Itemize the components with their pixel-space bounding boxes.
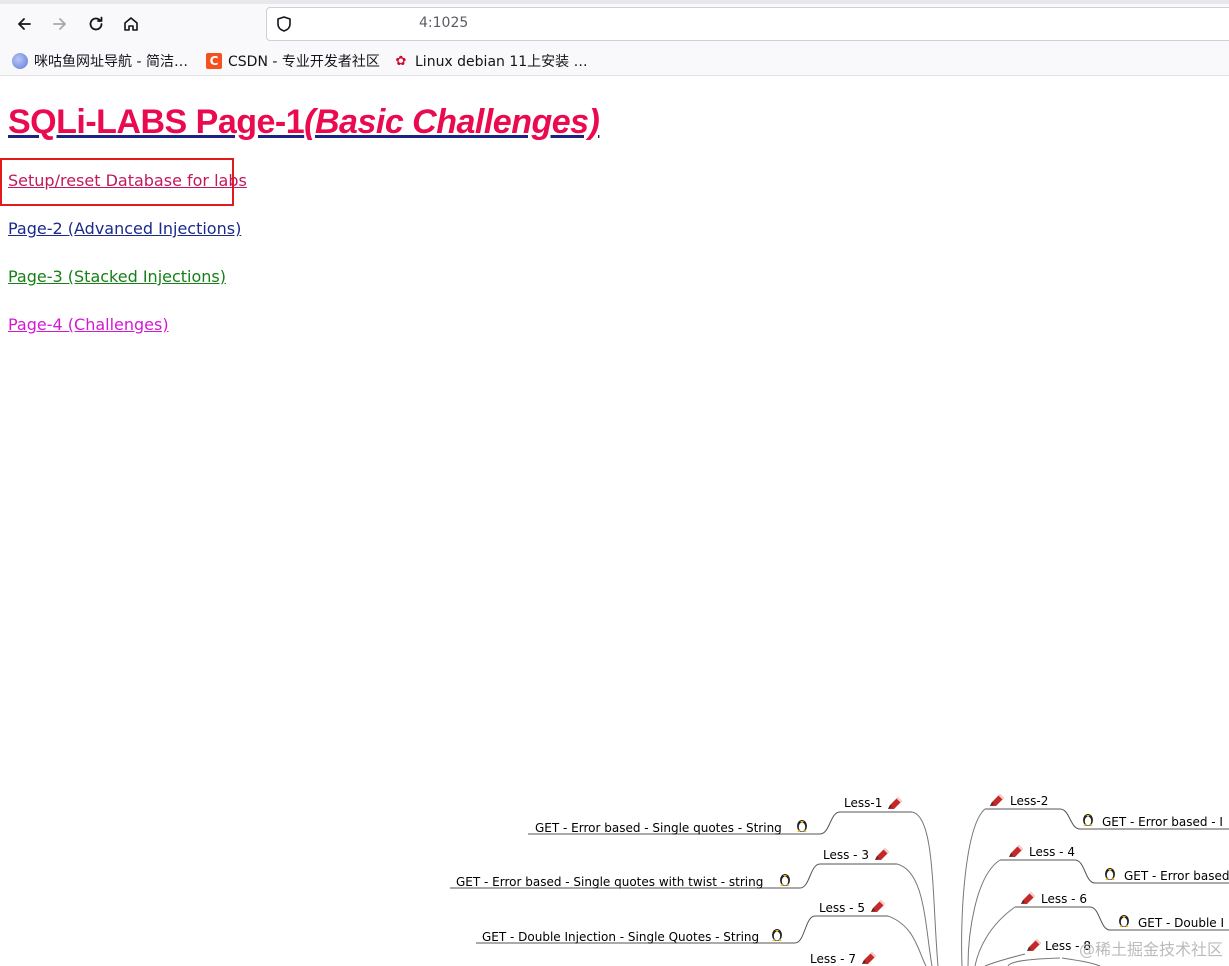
less-6-desc: GET - Double I — [1138, 916, 1224, 930]
watermark: @稀土掘金技术社区 — [1078, 940, 1223, 959]
reload-button[interactable] — [82, 10, 110, 38]
back-arrow-icon — [18, 18, 31, 30]
url-text[interactable]: 4:1025 — [419, 15, 468, 31]
page-2-link[interactable]: Page-2 (Advanced Injections) — [8, 219, 241, 238]
setup-reset-db-link[interactable]: Setup/reset Database for labs — [8, 171, 247, 190]
page-3-link[interactable]: Page-3 (Stacked Injections) — [8, 267, 226, 286]
linux-penguin-icon — [797, 820, 807, 832]
less-3-desc: GET - Error based - Single quotes with t… — [456, 875, 763, 889]
tracking-shield-icon[interactable] — [275, 15, 293, 33]
pencil-icon — [875, 848, 889, 860]
pencil-icon — [871, 900, 885, 912]
pencil-icon — [990, 794, 1004, 806]
bookmark-label: Linux debian 11上安装 … — [415, 54, 588, 70]
huawei-icon: ✿ — [395, 53, 407, 69]
less-5-desc: GET - Double Injection - Single Quotes -… — [482, 930, 759, 944]
globe-icon — [12, 53, 28, 69]
linux-penguin-icon — [1105, 868, 1115, 880]
bookmark-label: 咪咕鱼网址导航 - 简洁… — [34, 54, 188, 70]
forward-button[interactable] — [46, 10, 74, 38]
linux-penguin-icon — [772, 929, 782, 941]
bookmarks-bar: 咪咕鱼网址导航 - 简洁… C CSDN - 专业开发者社区 ✿ Linux d… — [0, 48, 1229, 76]
less-3-label: Less - 3 — [823, 848, 869, 862]
url-bar[interactable]: 4:1025 — [266, 7, 1229, 41]
linux-penguin-icon — [1083, 814, 1093, 826]
bookmark-label: CSDN - 专业开发者社区 — [228, 54, 380, 70]
pencil-icon — [862, 952, 876, 964]
browser-toolbar: 4:1025 — [0, 0, 1229, 48]
lessons-mindmap: Less-1 GET - Error based - Single quotes… — [450, 794, 1229, 966]
forward-arrow-icon — [53, 18, 66, 30]
less-2-desc: GET - Error based - I — [1102, 815, 1223, 829]
reload-icon — [89, 16, 103, 31]
home-icon — [124, 17, 138, 31]
pencil-icon — [888, 797, 902, 809]
pencil-icon — [1027, 939, 1041, 951]
less-1-desc: GET - Error based - Single quotes - Stri… — [535, 821, 782, 835]
tab-strip-edge — [0, 0, 1229, 4]
less-1-label: Less-1 — [844, 796, 882, 810]
bookmark-debian[interactable]: ✿ Linux debian 11上安装 … — [393, 51, 588, 71]
less-7-label: Less - 7 — [810, 952, 856, 966]
title-main: SQLi-LABS Page-1 — [8, 103, 305, 141]
page-title: SQLi-LABS Page-1(Basic Challenges) — [8, 103, 600, 142]
less-2-label: Less-2 — [1010, 794, 1048, 808]
back-button[interactable] — [10, 10, 38, 38]
linux-penguin-icon — [780, 874, 790, 886]
pencil-icon — [1009, 845, 1023, 857]
linux-penguin-icon — [1119, 915, 1129, 927]
home-button[interactable] — [117, 10, 145, 38]
page-content: SQLi-LABS Page-1(Basic Challenges) Setup… — [0, 76, 1229, 966]
less-4-desc: GET - Error based — [1124, 869, 1229, 883]
bookmark-migu[interactable]: 咪咕鱼网址导航 - 简洁… — [12, 51, 188, 71]
bookmark-csdn[interactable]: C CSDN - 专业开发者社区 — [206, 51, 380, 71]
csdn-icon: C — [206, 53, 222, 69]
title-sub: (Basic Challenges) — [304, 103, 600, 141]
less-6-label: Less - 6 — [1041, 892, 1087, 906]
page-4-link[interactable]: Page-4 (Challenges) — [8, 315, 169, 334]
less-5-label: Less - 5 — [819, 901, 865, 915]
pencil-icon — [1021, 892, 1035, 904]
less-4-label: Less - 4 — [1029, 845, 1075, 859]
